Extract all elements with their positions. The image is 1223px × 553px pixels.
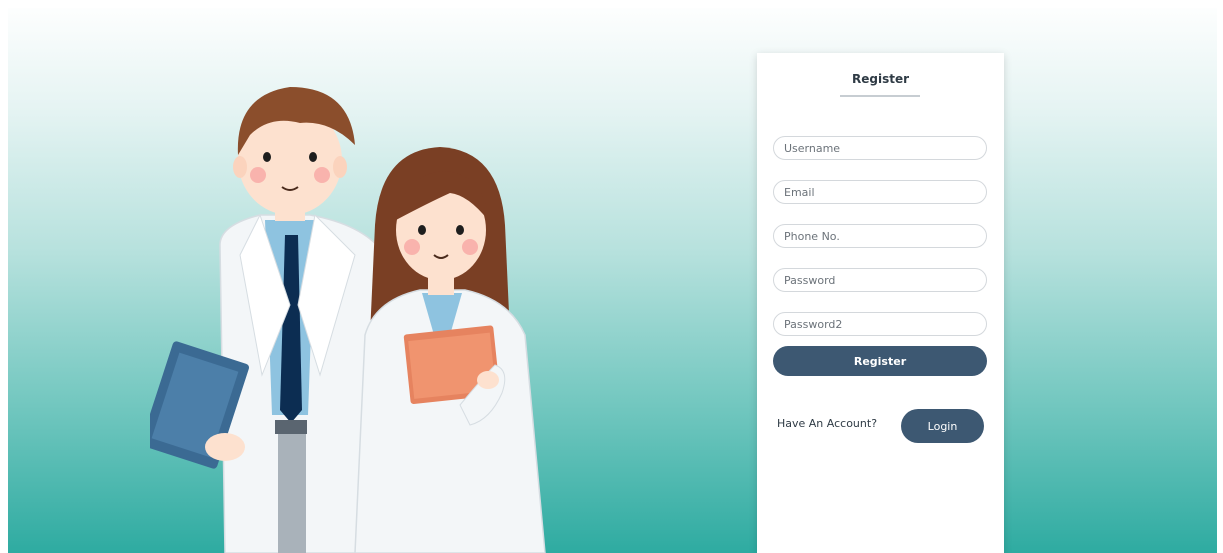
confirm-password-input[interactable] [773, 312, 987, 336]
phone-input[interactable] [773, 224, 987, 248]
register-title: Register [851, 72, 910, 86]
email-input[interactable] [773, 180, 987, 204]
username-input[interactable] [773, 136, 987, 160]
female-doctor-figure [354, 147, 546, 553]
password-input[interactable] [773, 268, 987, 292]
register-card: Register Register Have An Account? Login [757, 53, 1004, 553]
title-underline [840, 95, 920, 97]
have-account-text: Have An Account? [777, 417, 878, 430]
doctors-illustration [150, 87, 546, 553]
register-page: Register Register Have An Account? Login [0, 0, 1223, 553]
login-button[interactable]: Login [901, 409, 984, 443]
register-button[interactable]: Register [773, 346, 987, 376]
